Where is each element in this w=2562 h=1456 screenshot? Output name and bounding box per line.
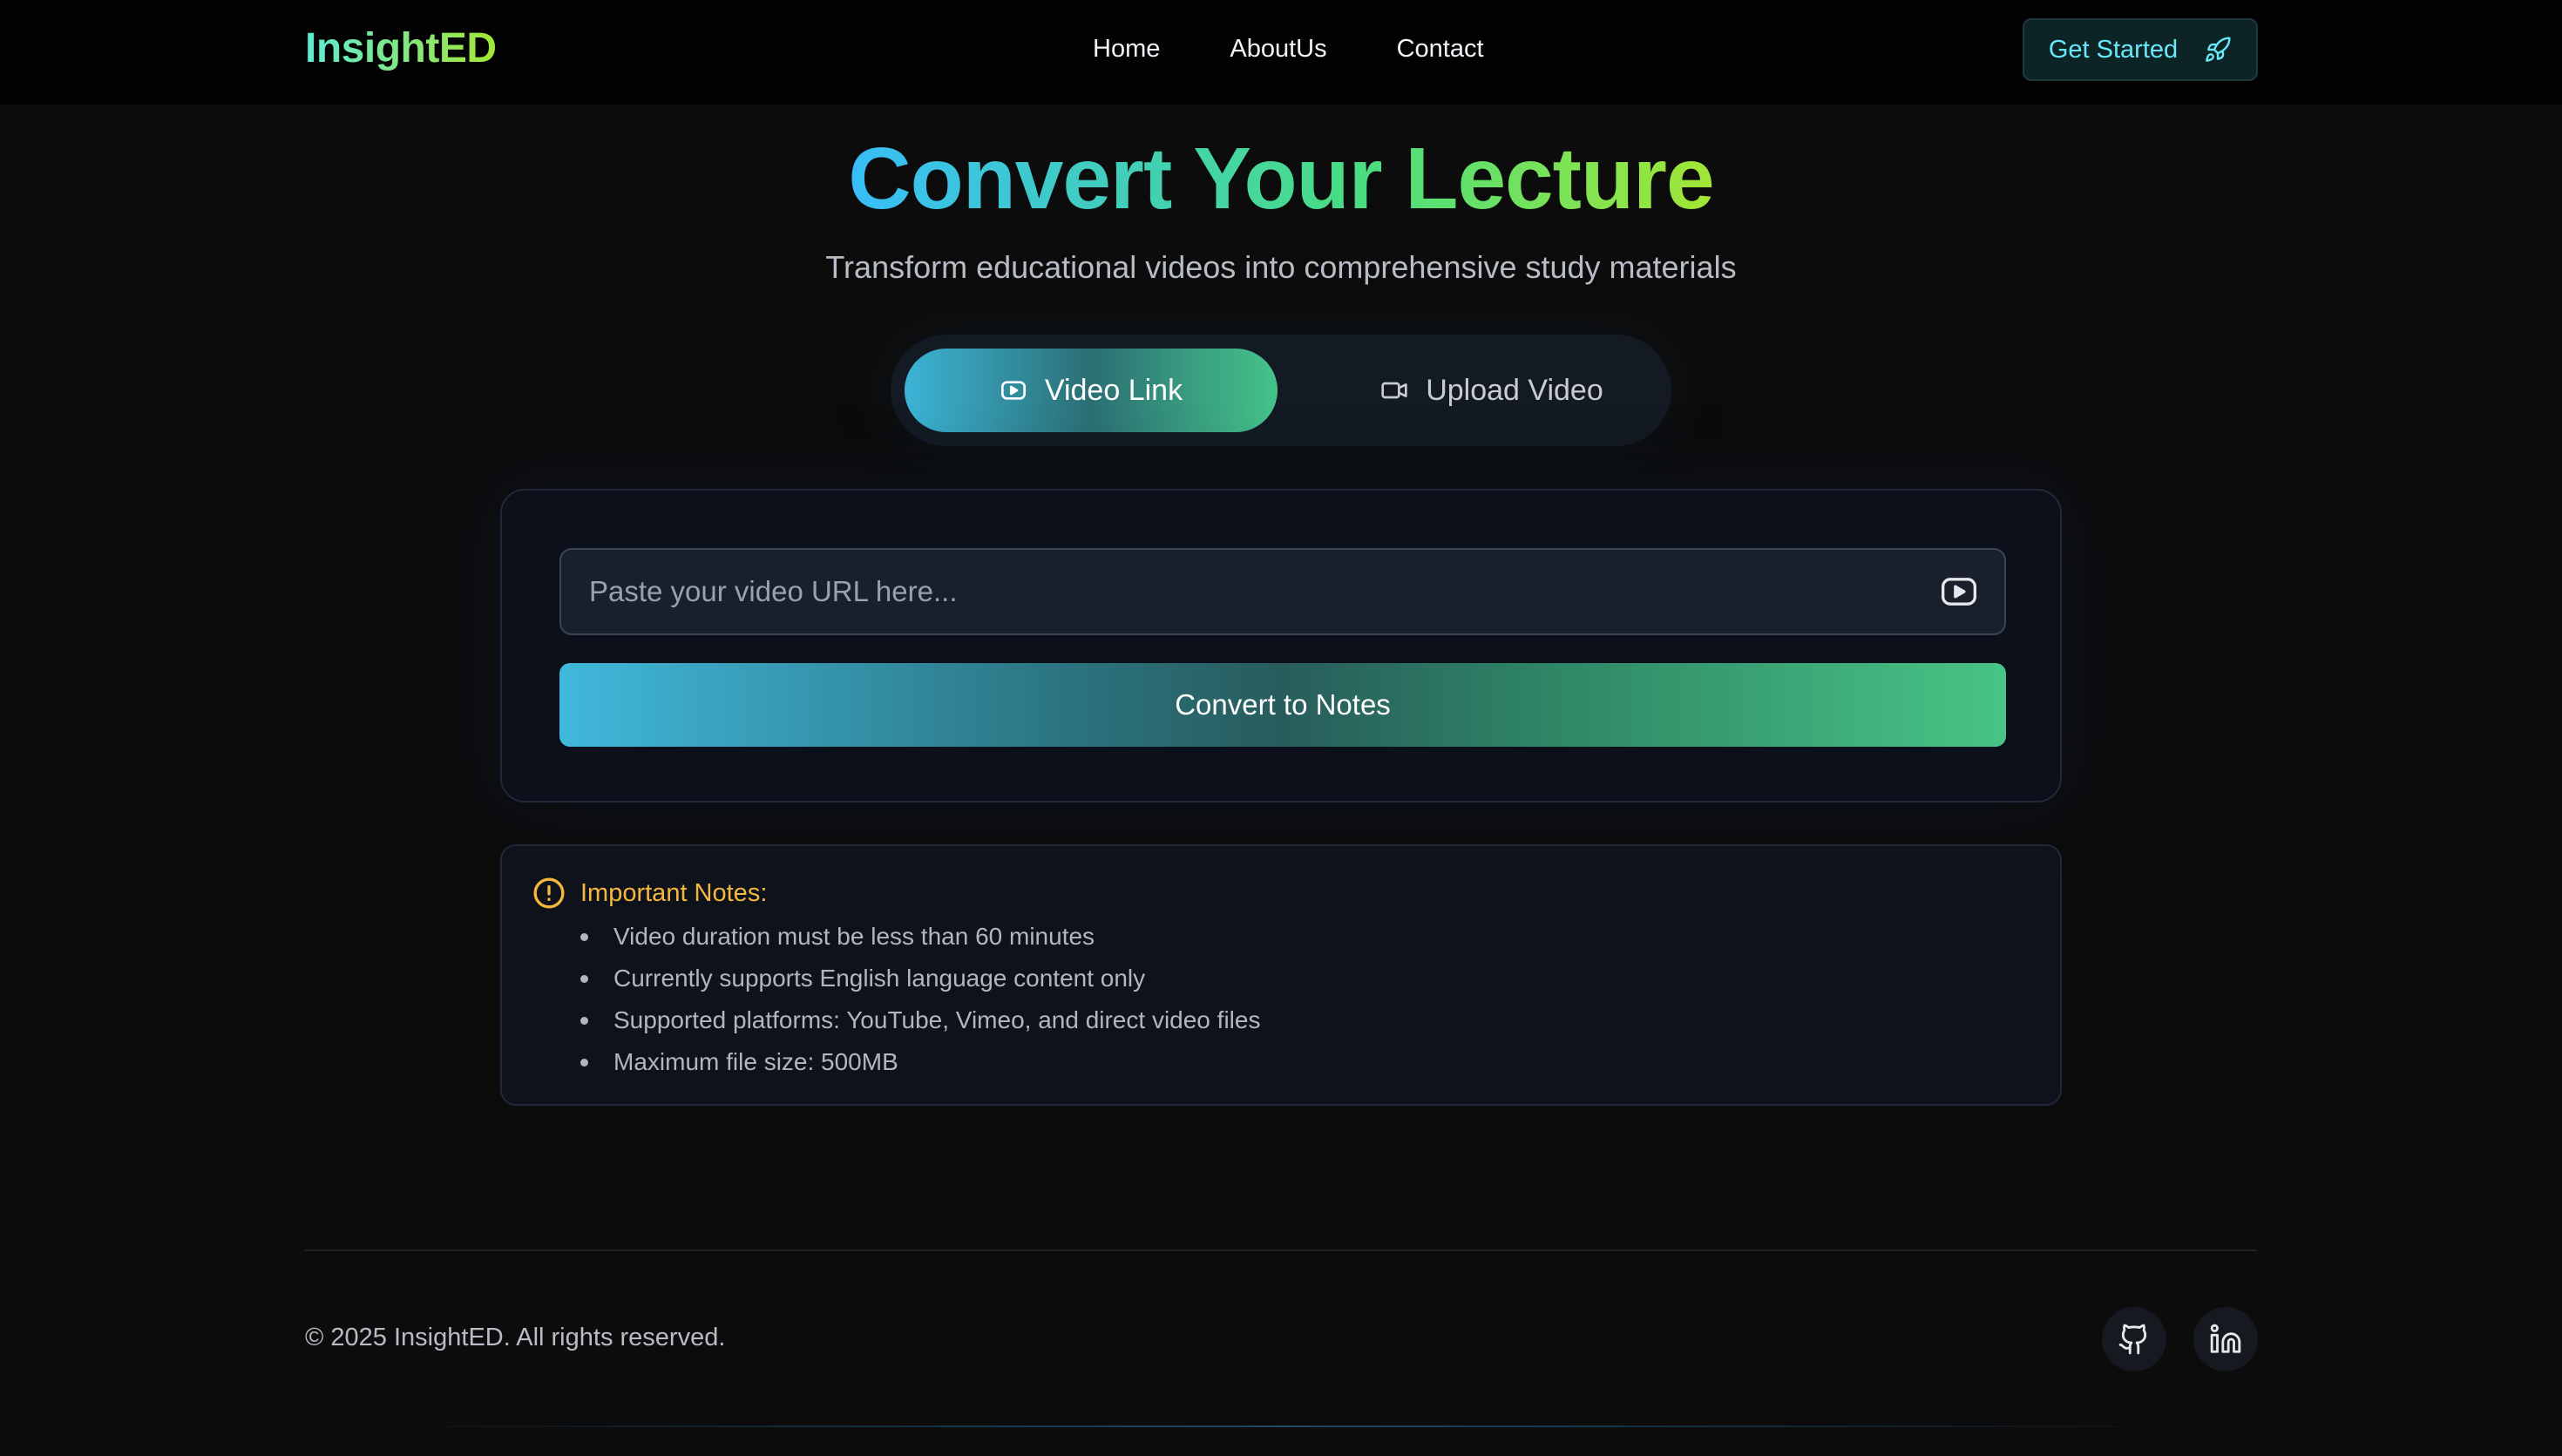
copyright-text: © 2025 InsightED. All rights reserved. bbox=[305, 1324, 726, 1351]
nav-link-contact[interactable]: Contact bbox=[1397, 35, 1484, 64]
notes-header: Important Notes: bbox=[532, 876, 767, 911]
navbar: InsightED Home AboutUs Contact Get Start… bbox=[0, 0, 2562, 105]
important-notes-panel: Important Notes: Video duration must be … bbox=[500, 844, 2062, 1106]
page-title: Convert Your Lecture bbox=[0, 129, 2562, 229]
video-camera-icon bbox=[1381, 382, 1407, 399]
list-item: Supported platforms: YouTube, Vimeo, and… bbox=[580, 999, 1260, 1041]
bottom-glow-line bbox=[375, 1426, 2187, 1427]
youtube-icon bbox=[1942, 578, 1976, 606]
list-item: Maximum file size: 500MB bbox=[580, 1041, 1260, 1083]
linkedin-icon bbox=[2210, 1324, 2241, 1353]
list-item: Currently supports English language cont… bbox=[580, 958, 1260, 999]
get-started-label: Get Started bbox=[2048, 35, 2179, 64]
page-subtitle: Transform educational videos into compre… bbox=[825, 249, 1737, 285]
brand-logo[interactable]: InsightED bbox=[305, 24, 497, 72]
notes-list: Video duration must be less than 60 minu… bbox=[580, 916, 1260, 1083]
list-item: Video duration must be less than 60 minu… bbox=[580, 916, 1260, 958]
tab-video-link[interactable]: Video Link bbox=[905, 349, 1278, 432]
convert-to-notes-button[interactable]: Convert to Notes bbox=[559, 663, 2006, 747]
nav-links: Home AboutUs Contact bbox=[1093, 35, 1484, 64]
convert-card: Convert to Notes bbox=[500, 489, 2062, 802]
page-title-text: Convert Your Lecture bbox=[848, 130, 1714, 227]
github-icon bbox=[2118, 1324, 2147, 1355]
linkedin-link[interactable] bbox=[2193, 1307, 2258, 1371]
tab-video-link-label: Video Link bbox=[1044, 373, 1183, 407]
tab-upload-video-label: Upload Video bbox=[1426, 373, 1603, 407]
rocket-icon bbox=[2206, 37, 2231, 62]
notes-title: Important Notes: bbox=[580, 878, 768, 907]
nav-link-home[interactable]: Home bbox=[1093, 35, 1160, 64]
alert-circle-icon bbox=[533, 877, 565, 909]
input-mode-tabs: Video Link Upload Video bbox=[891, 335, 1671, 446]
page: InsightED Home AboutUs Contact Get Start… bbox=[0, 0, 2562, 1456]
youtube-icon bbox=[1000, 381, 1026, 400]
nav-link-aboutus[interactable]: AboutUs bbox=[1230, 35, 1326, 64]
github-link[interactable] bbox=[2102, 1307, 2166, 1371]
footer-divider bbox=[305, 1249, 2257, 1251]
tab-upload-video[interactable]: Upload Video bbox=[1326, 349, 1657, 432]
video-url-input[interactable] bbox=[561, 550, 1921, 633]
url-input-wrapper bbox=[559, 548, 2006, 635]
get-started-button[interactable]: Get Started bbox=[2023, 18, 2258, 81]
